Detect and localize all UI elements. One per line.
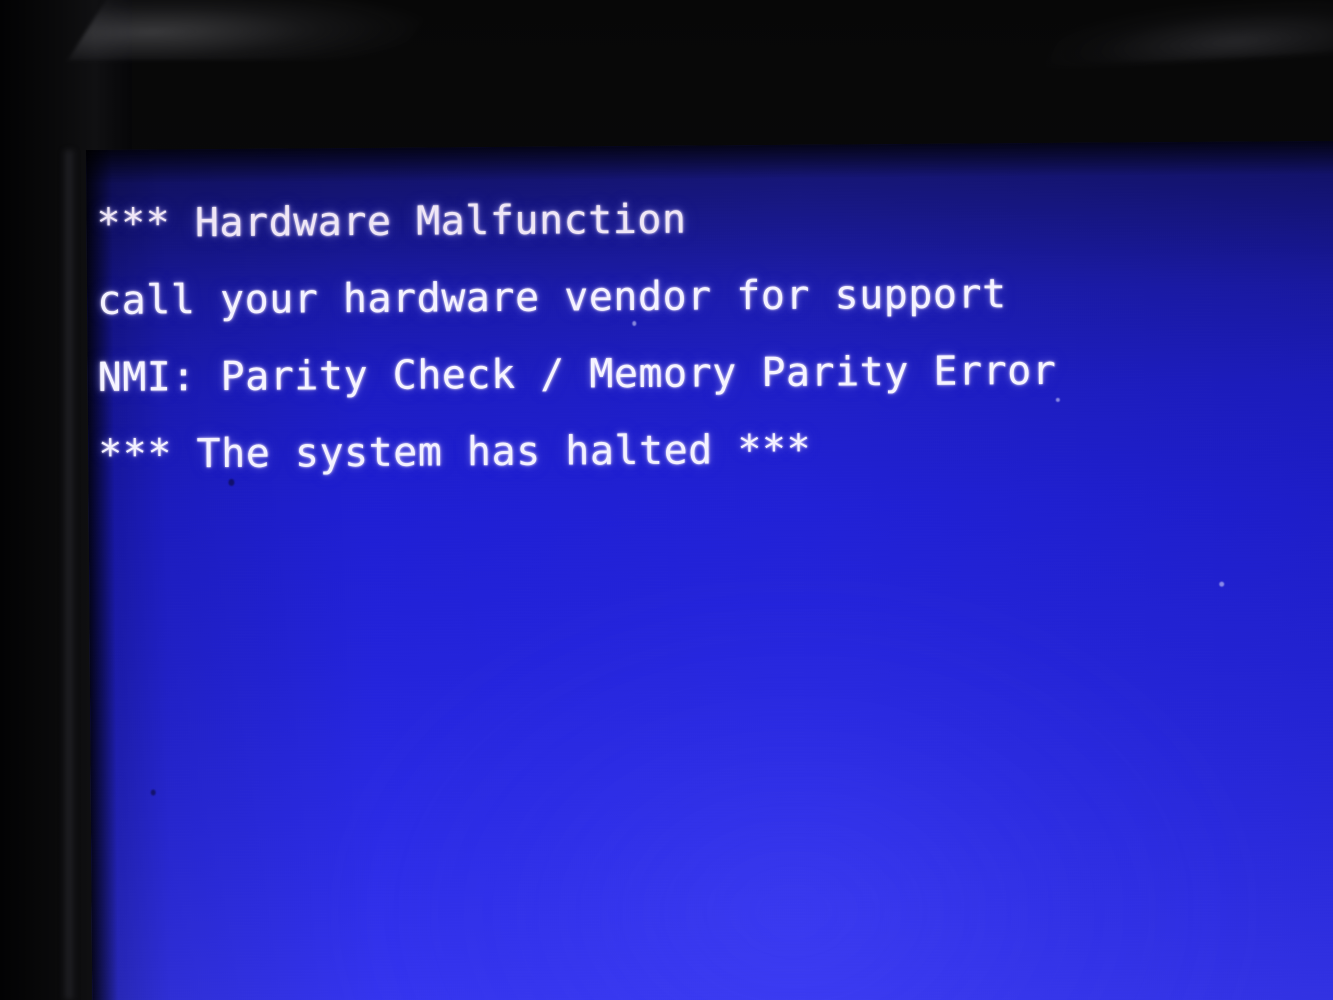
monitor-screen: *** Hardware Malfunction call your hardw… bbox=[86, 140, 1333, 1000]
console-line-nmi-parity-check: NMI: Parity Check / Memory Parity Error bbox=[97, 347, 1057, 401]
console-line-system-halted: *** The system has halted *** bbox=[98, 426, 812, 478]
screen-dust-speck bbox=[150, 789, 156, 796]
bezel-edge-highlight bbox=[62, 150, 76, 1000]
console-line-hardware-malfunction: *** Hardware Malfunction bbox=[96, 196, 687, 247]
bezel-glare-top-left bbox=[68, 0, 442, 60]
screen-speck bbox=[1219, 581, 1225, 587]
monitor-photograph: *** Hardware Malfunction call your hardw… bbox=[0, 0, 1333, 1000]
console-text-block: *** Hardware Malfunction call your hardw… bbox=[96, 176, 1333, 493]
console-line-call-vendor: call your hardware vendor for support bbox=[96, 271, 1007, 324]
